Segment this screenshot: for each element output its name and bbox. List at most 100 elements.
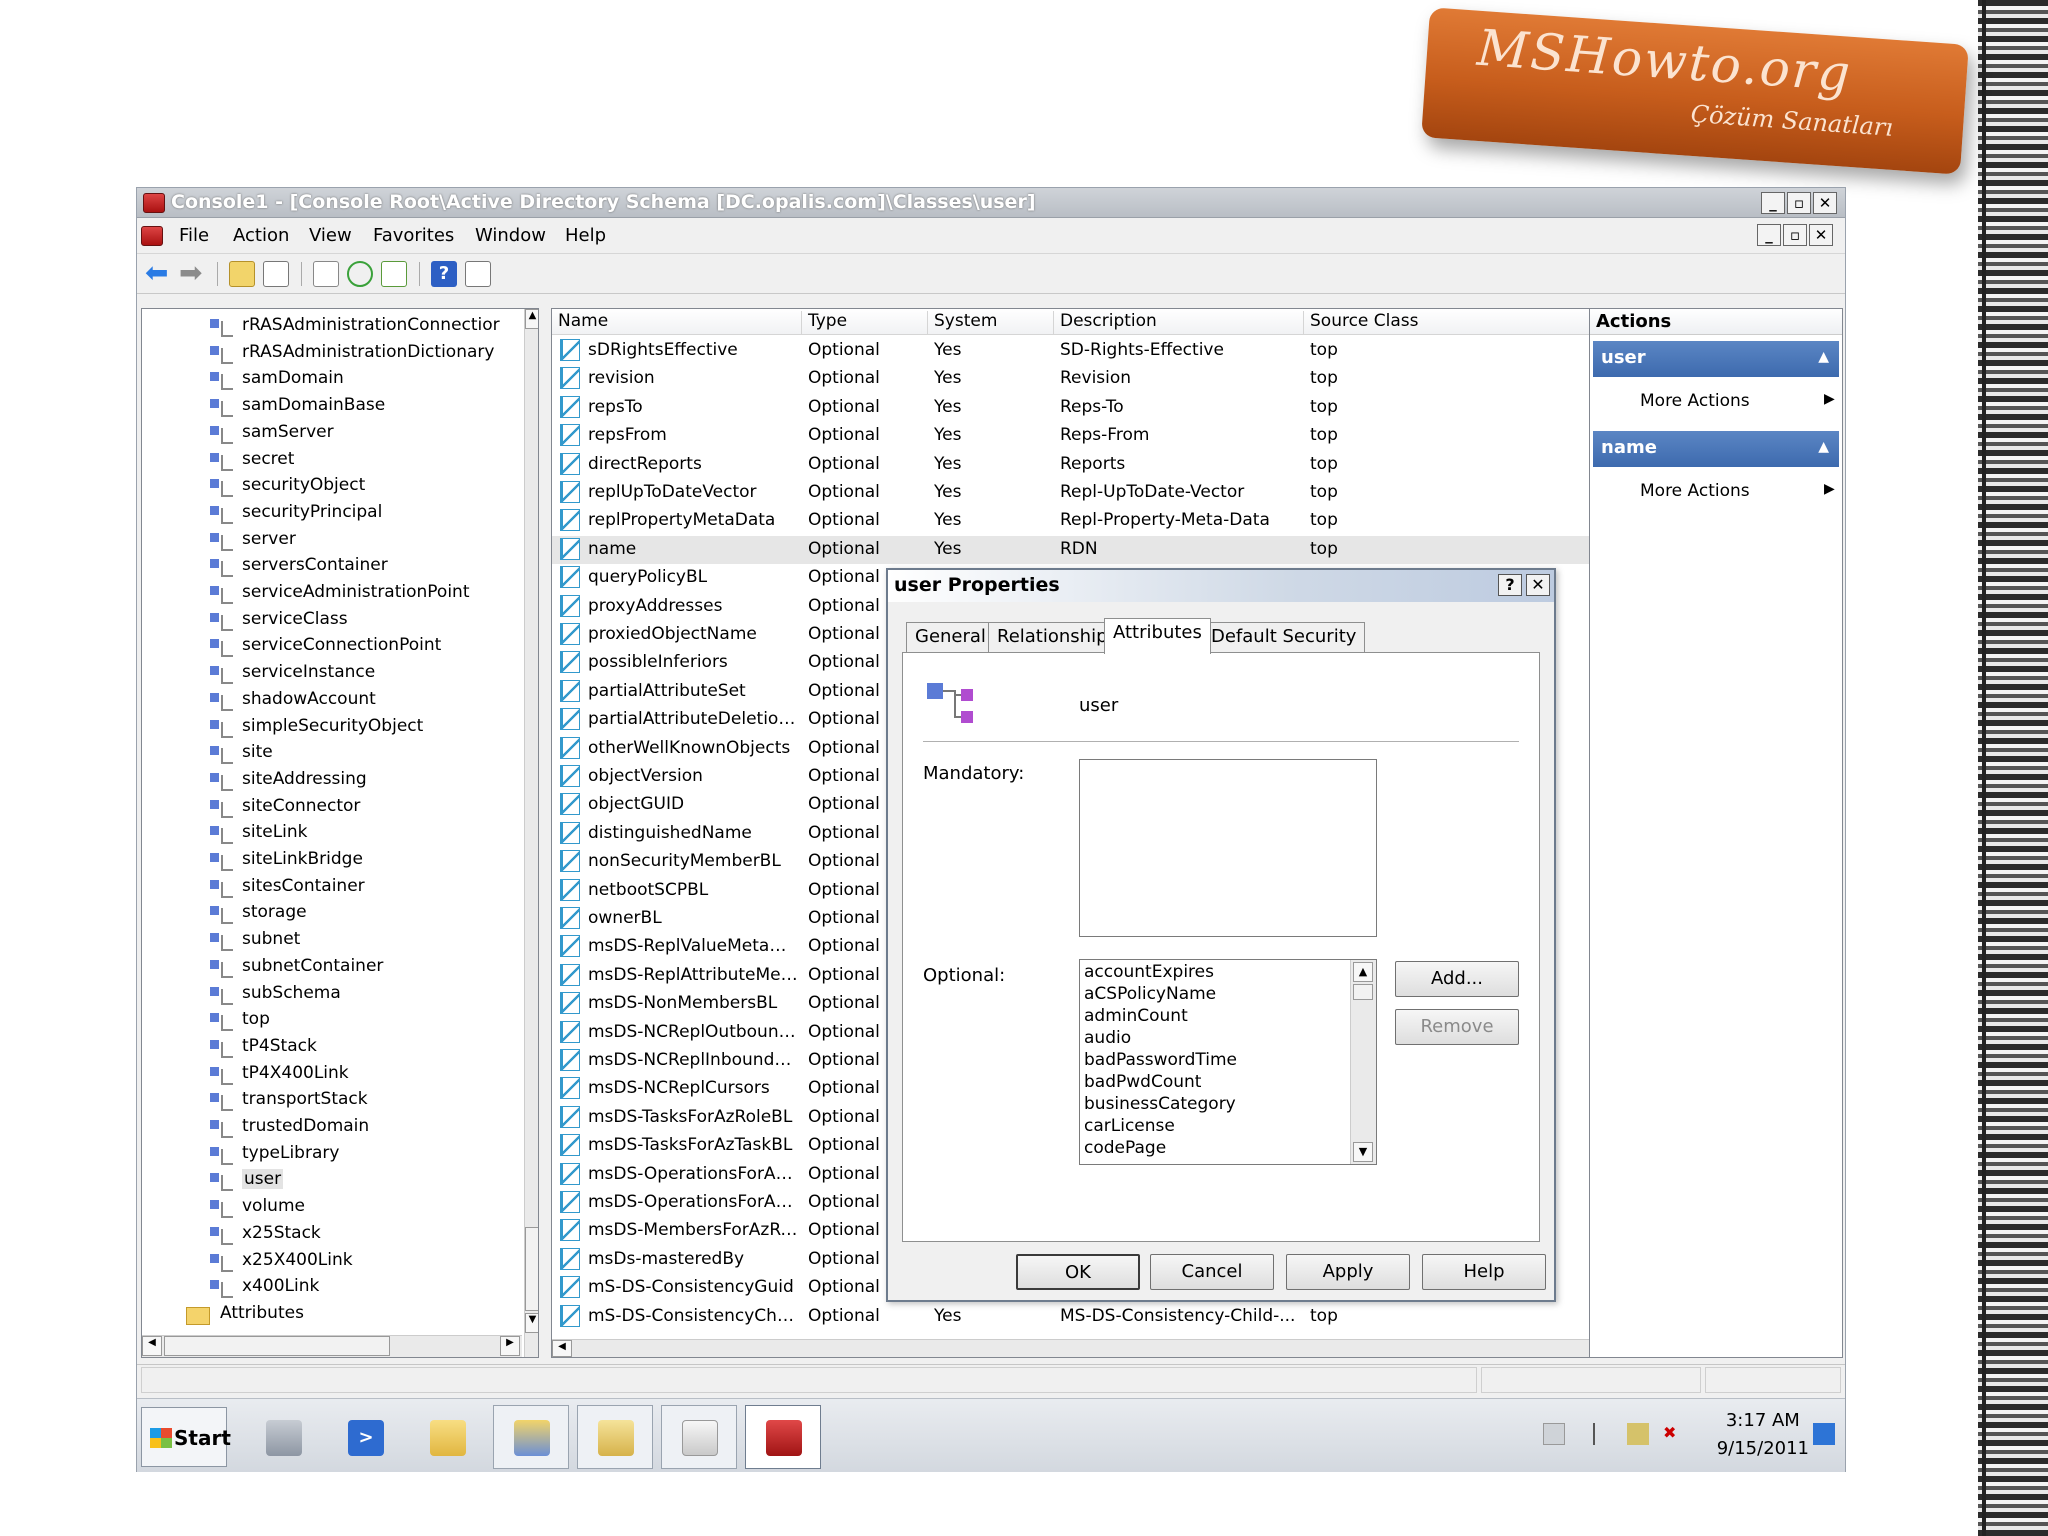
tree-item-samserver[interactable]: samServer [210, 422, 334, 448]
add-button[interactable]: Add... [1395, 961, 1519, 997]
properties-icon[interactable] [313, 261, 339, 287]
tree-item-serverscontainer[interactable]: serversContainer [210, 555, 388, 581]
keyboard-icon[interactable] [1543, 1423, 1565, 1445]
dialog-titlebar[interactable]: user Properties ? ✕ [888, 570, 1554, 602]
actions-group-user[interactable]: user ▲ [1593, 341, 1839, 377]
column-header-system[interactable]: System [928, 311, 1054, 335]
tree-item-subnetcontainer[interactable]: subnetContainer [210, 956, 383, 982]
tree-item-tp4x400link[interactable]: tP4X400Link [210, 1063, 349, 1089]
tree-item-siteconnector[interactable]: siteConnector [210, 796, 360, 822]
optional-attribute-item[interactable]: carLicense [1084, 1116, 1175, 1138]
network-taskbar-button[interactable] [493, 1405, 569, 1469]
more-actions-name[interactable]: More Actions ▶ [1640, 481, 1835, 501]
close-button[interactable]: ✕ [1813, 192, 1837, 214]
tree-scroll-thumb[interactable] [525, 1227, 538, 1311]
tree-item-serviceconnectionpoint[interactable]: serviceConnectionPoint [210, 635, 441, 661]
tree-horizontal-scrollbar[interactable]: ◀ ▶ [142, 1335, 522, 1357]
attribute-row[interactable]: revision Optional Yes Revision top [552, 365, 1702, 393]
help-icon[interactable]: ? [431, 261, 457, 287]
list-horizontal-scrollbar[interactable]: ◀ ▶ [552, 1339, 1702, 1357]
tab-relationship[interactable]: Relationship [988, 622, 1117, 652]
window-titlebar[interactable]: Console1 - [Console Root\Active Director… [137, 188, 1845, 218]
console-document-taskbar-button[interactable] [661, 1405, 737, 1469]
actions-group-name[interactable]: name ▲ [1593, 431, 1839, 467]
minimize-button[interactable]: _ [1761, 192, 1785, 214]
column-header-type[interactable]: Type [802, 311, 928, 335]
cancel-button[interactable]: Cancel [1150, 1254, 1274, 1290]
tree-item-x400link[interactable]: x400Link [210, 1276, 319, 1302]
optional-attribute-item[interactable]: aCSPolicyName [1084, 984, 1216, 1006]
collapse-up-icon[interactable]: ▲ [1818, 439, 1829, 455]
attribute-row[interactable]: replUpToDateVector Optional Yes Repl-UpToDa… [552, 479, 1702, 507]
dialog-help-button[interactable]: ? [1498, 574, 1522, 596]
optional-attributes-list[interactable]: accountExpires aCSPolicyName adminCount aud… [1079, 959, 1377, 1165]
tree-item-sitelinkbridge[interactable]: siteLinkBridge [210, 849, 363, 875]
tree-item-user[interactable]: user [210, 1169, 284, 1195]
restore-button[interactable]: ▫ [1787, 192, 1811, 214]
tab-attributes[interactable]: Attributes [1104, 618, 1211, 654]
tree-hscroll-thumb[interactable] [164, 1336, 390, 1356]
optional-attribute-item[interactable]: codePage [1084, 1138, 1166, 1160]
tab-general[interactable]: General [906, 622, 995, 652]
show-hide-tree-icon[interactable] [263, 261, 289, 287]
tree-vertical-scrollbar[interactable]: ▲ ▼ [524, 309, 538, 1357]
tree-item-simplesecurityobject[interactable]: simpleSecurityObject [210, 716, 423, 742]
collapse-up-icon[interactable]: ▲ [1818, 349, 1829, 365]
tree-item-samdomainbase[interactable]: samDomainBase [210, 395, 385, 421]
tree-item-serviceinstance[interactable]: serviceInstance [210, 662, 375, 688]
menu-help[interactable]: Help [565, 225, 606, 246]
scroll-up-arrow-icon[interactable]: ▲ [1353, 962, 1373, 982]
tab-default-security[interactable]: Default Security [1202, 622, 1366, 652]
tree-item-sitescontainer[interactable]: sitesContainer [210, 876, 365, 902]
menu-file[interactable]: File [179, 225, 209, 246]
server-manager-taskbar-button[interactable] [245, 1405, 321, 1469]
column-header-description[interactable]: Description [1054, 311, 1304, 335]
tree-item-shadowaccount[interactable]: shadowAccount [210, 689, 376, 715]
attribute-row[interactable]: name Optional Yes RDN top [552, 535, 1702, 564]
tree-item-tp4stack[interactable]: tP4Stack [210, 1036, 317, 1062]
tree-item-securityprincipal[interactable]: securityPrincipal [210, 502, 382, 528]
tree-item-x25x400link[interactable]: x25X400Link [210, 1250, 353, 1276]
console-menu-icon[interactable] [141, 226, 163, 246]
refresh-icon[interactable] [347, 261, 373, 287]
attribute-row[interactable]: repsFrom Optional Yes Reps-From top [552, 422, 1702, 450]
help-button[interactable]: Help [1422, 1254, 1546, 1290]
attribute-row[interactable]: mS-DS-ConsistencyChil... Optional Yes MS-DS… [552, 1303, 1702, 1331]
apply-button[interactable]: Apply [1286, 1254, 1410, 1290]
attribute-row[interactable]: replPropertyMetaData Optional Yes Repl-Prop… [552, 507, 1702, 535]
tree-folder-attributes[interactable]: Attributes [186, 1303, 304, 1329]
back-arrow-icon[interactable]: ⬅ [145, 259, 171, 287]
optional-attribute-item[interactable]: audio [1084, 1028, 1131, 1050]
tree-item-x25stack[interactable]: x25Stack [210, 1223, 321, 1249]
export-list-icon[interactable] [381, 261, 407, 287]
tree-item-site[interactable]: site [210, 742, 273, 768]
scroll-down-arrow-icon[interactable]: ▼ [1353, 1142, 1373, 1162]
tree-item-typelibrary[interactable]: typeLibrary [210, 1143, 339, 1169]
ok-button[interactable]: OK [1016, 1254, 1140, 1290]
tree-item-subschema[interactable]: subSchema [210, 983, 341, 1009]
menu-action[interactable]: Action [233, 225, 289, 246]
tree-item-storage[interactable]: storage [210, 902, 307, 928]
up-folder-icon[interactable] [229, 261, 255, 287]
system-clock[interactable]: 3:17 AM 9/15/2011 [1717, 1407, 1809, 1463]
column-header-name[interactable]: Name [552, 311, 802, 335]
notepad-taskbar-button[interactable] [577, 1405, 653, 1469]
network-tray-icon[interactable] [1627, 1423, 1649, 1445]
child-minimize-button[interactable]: _ [1757, 224, 1781, 246]
optional-attribute-item[interactable]: businessCategory [1084, 1094, 1236, 1116]
optional-list-scrollbar[interactable]: ▲ ▼ [1350, 960, 1376, 1164]
tree-item-sitelink[interactable]: siteLink [210, 822, 308, 848]
tree-item-trusteddomain[interactable]: trustedDomain [210, 1116, 369, 1142]
mmc-taskbar-button[interactable] [745, 1405, 821, 1469]
tree-item-siteaddressing[interactable]: siteAddressing [210, 769, 367, 795]
tree-item-secret[interactable]: secret [210, 449, 294, 475]
forward-arrow-icon[interactable]: ➡ [179, 259, 205, 287]
attribute-row[interactable]: sDRightsEffective Optional Yes SD-Rights-Ef… [552, 337, 1702, 365]
show-desktop-icon[interactable] [1813, 1423, 1835, 1445]
dialog-close-button[interactable]: ✕ [1526, 574, 1550, 596]
more-actions-user[interactable]: More Actions ▶ [1640, 391, 1835, 411]
child-close-button[interactable]: ✕ [1809, 224, 1833, 246]
mandatory-attributes-list[interactable] [1079, 759, 1377, 937]
show-hide-action-pane-icon[interactable] [465, 261, 491, 287]
tree-item-transportstack[interactable]: transportStack [210, 1089, 368, 1115]
